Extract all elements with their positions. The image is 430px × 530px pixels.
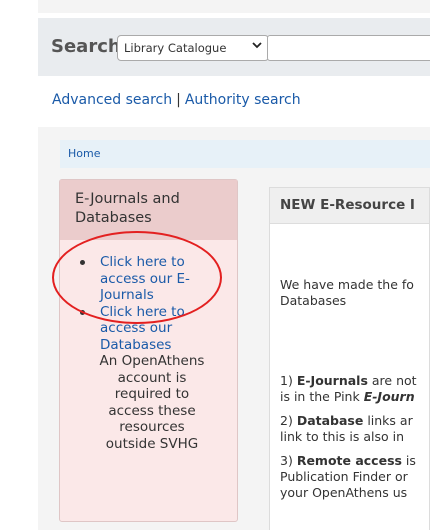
breadcrumb-home-link[interactable]: Home: [68, 147, 100, 160]
link-separator: |: [176, 92, 181, 108]
news-line: We have made the fo: [280, 277, 414, 292]
news-bold: E-Journ: [363, 389, 415, 404]
news-num: 1): [280, 373, 297, 388]
note-line: resources: [119, 419, 185, 435]
news-num: 3): [280, 453, 297, 468]
authority-search-link[interactable]: Authority search: [185, 92, 301, 108]
note-line: required to: [114, 386, 190, 402]
news-line: 3) Remote access is: [280, 453, 416, 469]
top-strip: [38, 0, 430, 13]
news-bold: E-Journals: [296, 373, 368, 388]
advanced-search-link[interactable]: Advanced search: [52, 92, 172, 108]
list-item: Click here to access our Databases An Op…: [80, 304, 237, 453]
news-line: is in the Pink E-Journ: [280, 389, 415, 405]
note-line: access these: [108, 402, 196, 419]
news-line: your OpenAthens us: [280, 485, 408, 500]
news-line: link to this is also in: [280, 429, 405, 444]
news-num: 2): [280, 413, 297, 428]
news-line: Databases: [280, 293, 347, 308]
news-panel-title: NEW E-Resource I: [270, 188, 429, 224]
search-input[interactable]: [267, 35, 430, 61]
openathens-note: An OpenAthens account is required to acc…: [80, 353, 222, 452]
search-links: Advanced search | Authority search: [52, 92, 301, 108]
news-bold: Database: [296, 413, 364, 428]
news-bold: Remote access: [296, 453, 402, 468]
note-line: An OpenAthens: [99, 353, 205, 369]
search-bar: Search Library Catalogue: [38, 18, 430, 76]
news-text: is in the Pink: [280, 389, 364, 404]
search-scope-select[interactable]: Library Catalogue: [117, 35, 269, 61]
search-scope-value: Library Catalogue: [124, 41, 227, 55]
news-line: 1) E-Journals are not: [280, 373, 417, 389]
news-text: are not: [367, 373, 417, 388]
news-panel: NEW E-Resource I We have made the fo Dat…: [269, 187, 430, 530]
link-line: Databases: [100, 336, 172, 353]
news-text: links ar: [363, 413, 413, 428]
annotation-circle: [52, 231, 222, 324]
breadcrumb: Home: [60, 140, 430, 168]
panel-title-line: E-Journals and: [75, 191, 180, 207]
panel-title-line: Databases: [75, 210, 152, 226]
search-label: Search: [51, 36, 121, 57]
note-line: account is: [117, 369, 187, 386]
news-text: is: [401, 453, 416, 468]
chevron-down-icon: [252, 40, 262, 53]
news-line: Publication Finder or: [280, 469, 408, 484]
note-line: outside SVHG: [105, 435, 199, 452]
news-line: 2) Database links ar: [280, 413, 413, 429]
